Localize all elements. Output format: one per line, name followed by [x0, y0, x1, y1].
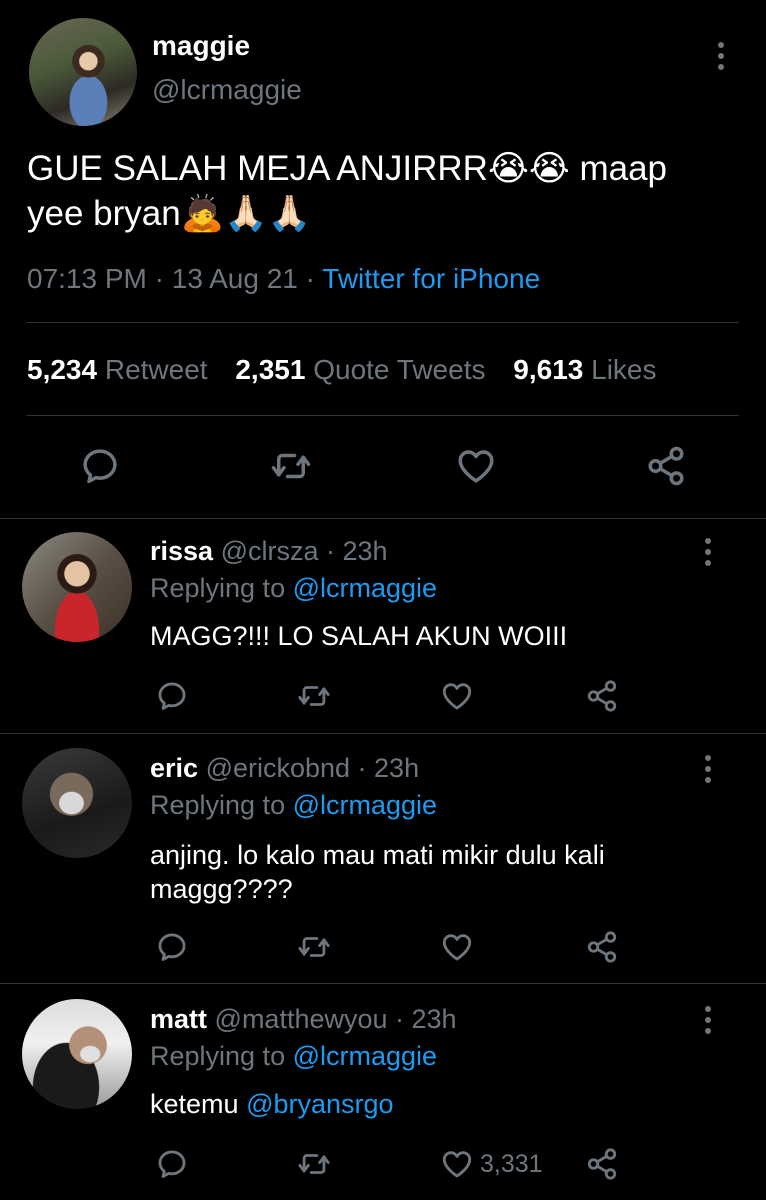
handle-time[interactable]: @matthewyou · 23h — [215, 1004, 457, 1034]
reply-icon[interactable] — [155, 1147, 189, 1181]
tweet-text-line1: GUE SALAH MEJA ANJIRRR😭😭 maap — [27, 149, 668, 188]
like-icon[interactable] — [455, 445, 497, 487]
divider — [0, 518, 766, 519]
divider — [27, 322, 739, 323]
retweet-label: Retweet — [104, 354, 208, 385]
retweet-icon[interactable] — [297, 679, 331, 713]
like-stat[interactable]: 9,613 Likes — [513, 354, 656, 385]
mention-link[interactable]: @bryansrgo — [246, 1089, 393, 1119]
reply-header: eric @erickobnd · 23h — [150, 753, 419, 784]
quote-stat[interactable]: 2,351 Quote Tweets — [235, 354, 493, 385]
more-icon[interactable] — [716, 42, 726, 70]
like-count: 9,613 — [513, 354, 584, 385]
replying-handle[interactable]: @lcrmaggie — [293, 790, 437, 820]
reply-header: matt @matthewyou · 23h — [150, 1004, 457, 1035]
handle-time[interactable]: @erickobnd · 23h — [206, 753, 420, 783]
handle[interactable]: @lcrmaggie — [152, 74, 302, 106]
reply-text: ketemu @bryansrgo — [150, 1089, 394, 1120]
like-count: 3,331 — [480, 1149, 543, 1178]
avatar[interactable] — [22, 532, 132, 642]
replying-to: Replying to @lcrmaggie — [150, 790, 437, 821]
handle-time[interactable]: @clrsza · 23h — [221, 536, 388, 566]
replying-label: Replying to — [150, 790, 286, 820]
quote-count: 2,351 — [235, 354, 306, 385]
retweet-count: 5,234 — [27, 354, 98, 385]
avatar[interactable] — [29, 18, 137, 126]
more-icon[interactable] — [703, 755, 713, 783]
meta-separator: · — [154, 263, 164, 294]
reply-text: MAGG?!!! LO SALAH AKUN WOIII — [150, 621, 568, 651]
tweet-time[interactable]: 07:13 PM — [27, 263, 147, 294]
avatar[interactable] — [22, 999, 132, 1109]
reply-text: anjing. lo kalo mau mati mikir dulu kali… — [150, 838, 605, 906]
tweet-meta: 07:13 PM · 13 Aug 21 · Twitter for iPhon… — [27, 263, 540, 295]
more-icon[interactable] — [703, 1006, 713, 1034]
retweet-icon[interactable] — [297, 1147, 331, 1181]
like-button[interactable]: 3,331 — [440, 1147, 543, 1181]
tweet-date[interactable]: 13 Aug 21 — [172, 263, 298, 294]
more-icon[interactable] — [703, 538, 713, 566]
reply-icon[interactable] — [79, 445, 121, 487]
replying-handle[interactable]: @lcrmaggie — [293, 1041, 437, 1071]
like-icon[interactable] — [440, 679, 474, 713]
like-label: Likes — [591, 354, 657, 385]
retweet-stat[interactable]: 5,234 Retweet — [27, 354, 215, 385]
replying-handle[interactable]: @lcrmaggie — [293, 573, 437, 603]
reply-text-line2: maggg???? — [150, 874, 293, 904]
retweet-icon[interactable] — [270, 445, 312, 487]
share-icon[interactable] — [585, 1147, 619, 1181]
divider — [27, 415, 739, 416]
tweet-source[interactable]: Twitter for iPhone — [322, 263, 540, 294]
reply-text-prefix: ketemu — [150, 1089, 239, 1119]
display-name[interactable]: rissa — [150, 536, 213, 566]
display-name[interactable]: eric — [150, 753, 198, 783]
replying-to: Replying to @lcrmaggie — [150, 1041, 437, 1072]
like-icon — [440, 1147, 474, 1181]
display-name[interactable]: maggie — [152, 30, 250, 62]
replying-label: Replying to — [150, 573, 286, 603]
replying-to: Replying to @lcrmaggie — [150, 573, 437, 604]
meta-separator: · — [305, 263, 315, 294]
divider — [0, 733, 766, 734]
reply-text-line1: anjing. lo kalo mau mati mikir dulu kali — [150, 840, 605, 870]
share-icon[interactable] — [645, 445, 687, 487]
reply-header: rissa @clrsza · 23h — [150, 536, 388, 567]
tweet-stats: 5,234 Retweet 2,351 Quote Tweets 9,613 L… — [27, 354, 657, 386]
share-icon[interactable] — [585, 930, 619, 964]
reply-icon[interactable] — [155, 679, 189, 713]
reply-icon[interactable] — [155, 930, 189, 964]
quote-label: Quote Tweets — [313, 354, 486, 385]
avatar[interactable] — [22, 748, 132, 858]
replying-label: Replying to — [150, 1041, 286, 1071]
like-icon[interactable] — [440, 930, 474, 964]
tweet-text-line2: yee bryan🙇🙏🏻🙏🏻 — [27, 194, 312, 233]
share-icon[interactable] — [585, 679, 619, 713]
retweet-icon[interactable] — [297, 930, 331, 964]
display-name[interactable]: matt — [150, 1004, 207, 1034]
divider — [0, 983, 766, 984]
tweet-text: GUE SALAH MEJA ANJIRRR😭😭 maap yee bryan🙇… — [27, 146, 747, 236]
